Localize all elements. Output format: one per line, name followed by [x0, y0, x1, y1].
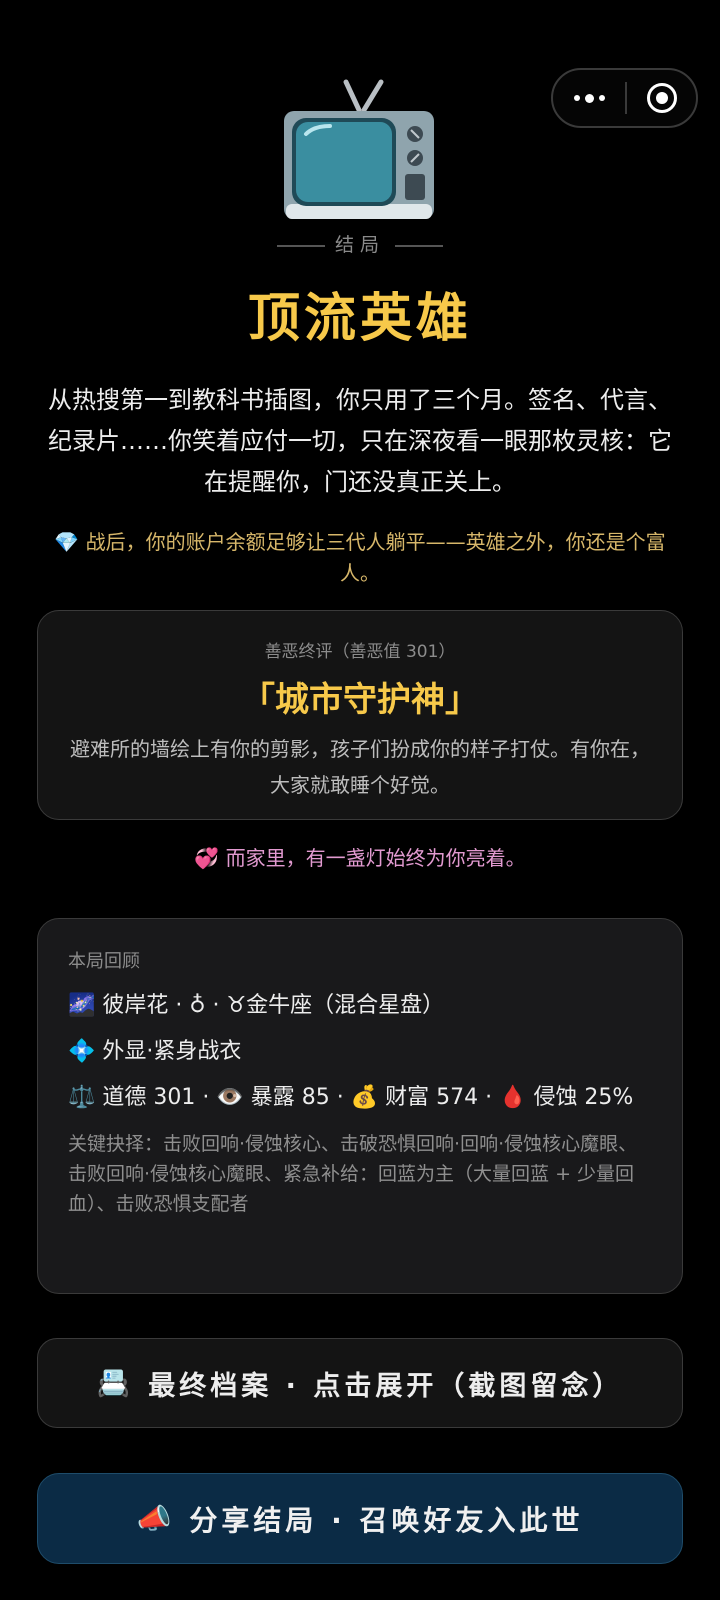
share-ending-button[interactable]: 📣 分享结局 · 召唤好友入此世 [37, 1473, 683, 1564]
divider-left [276, 244, 325, 247]
family-note-text: 而家里，有一盏灯始终为你亮着。 [225, 846, 526, 870]
share-ending-label: 分享结局 · 召唤好友入此世 [189, 1503, 584, 1537]
review-header: 本局回顾 [68, 951, 140, 972]
verdict-card: 善恶终评（善恶值 301） 「城市守护神」 避难所的墙绘上有你的剪影，孩子们扮成… [37, 610, 683, 820]
review-card: 本局回顾 🌌 彼岸花 · ♁ · ♉金牛座（混合星盘） 💠 外显·紧身战衣 ⚖️… [37, 918, 683, 1294]
ending-title: 顶流英雄 [247, 289, 472, 349]
verdict-subtitle: 善恶终评（善恶值 301） [264, 642, 456, 662]
wealth-note: 💎 战后，你的账户余额足够让三代人躺平——英雄之外，你还是个富人。 [44, 527, 676, 589]
hearts-icon: 💞 [194, 846, 220, 870]
divider-right [395, 244, 443, 247]
target-close-icon[interactable] [627, 70, 696, 126]
gem-icon: 💎 [54, 530, 80, 554]
verdict-description: 避难所的墙绘上有你的剪影，孩子们扮成你的样子打仗。有你在，大家就敢睡个好觉。 [70, 737, 650, 797]
television-icon [284, 79, 434, 219]
review-appearance: 💠 外显·紧身战衣 [68, 1039, 242, 1064]
wealth-note-text: 战后，你的账户余额足够让三代人躺平——英雄之外，你还是个富人。 [85, 530, 666, 585]
mini-program-capsule [551, 68, 698, 128]
review-stats: ⚖️ 道德 301 · 👁️ 暴露 85 · 💰 财富 574 · 🩸 侵蚀 2… [68, 1085, 634, 1110]
card-index-icon: 📇 [96, 1368, 135, 1399]
ending-label: 结局 [0, 230, 720, 257]
review-key-choices: 关键抉择：击败回响·侵蚀核心、击破恐惧回响·回响·侵蚀核心魔眼、击败回响·侵蚀核… [68, 1133, 638, 1215]
review-identity: 🌌 彼岸花 · ♁ · ♉金牛座（混合星盘） [68, 993, 445, 1018]
more-dots-icon[interactable] [553, 70, 625, 126]
ending-label-text: 结局 [334, 234, 385, 256]
ending-story: 从热搜第一到教科书插图，你只用了三个月。签名、代言、纪录片……你笑着应付一切，只… [48, 386, 672, 496]
family-note: 💞 而家里，有一盏灯始终为你亮着。 [0, 842, 720, 871]
verdict-name: 「城市守护神」 [241, 680, 479, 720]
final-archive-button[interactable]: 📇 最终档案 · 点击展开（截图留念） [37, 1338, 683, 1428]
final-archive-label: 最终档案 · 点击展开（截图留念） [148, 1370, 624, 1402]
megaphone-icon: 📣 [136, 1502, 176, 1535]
